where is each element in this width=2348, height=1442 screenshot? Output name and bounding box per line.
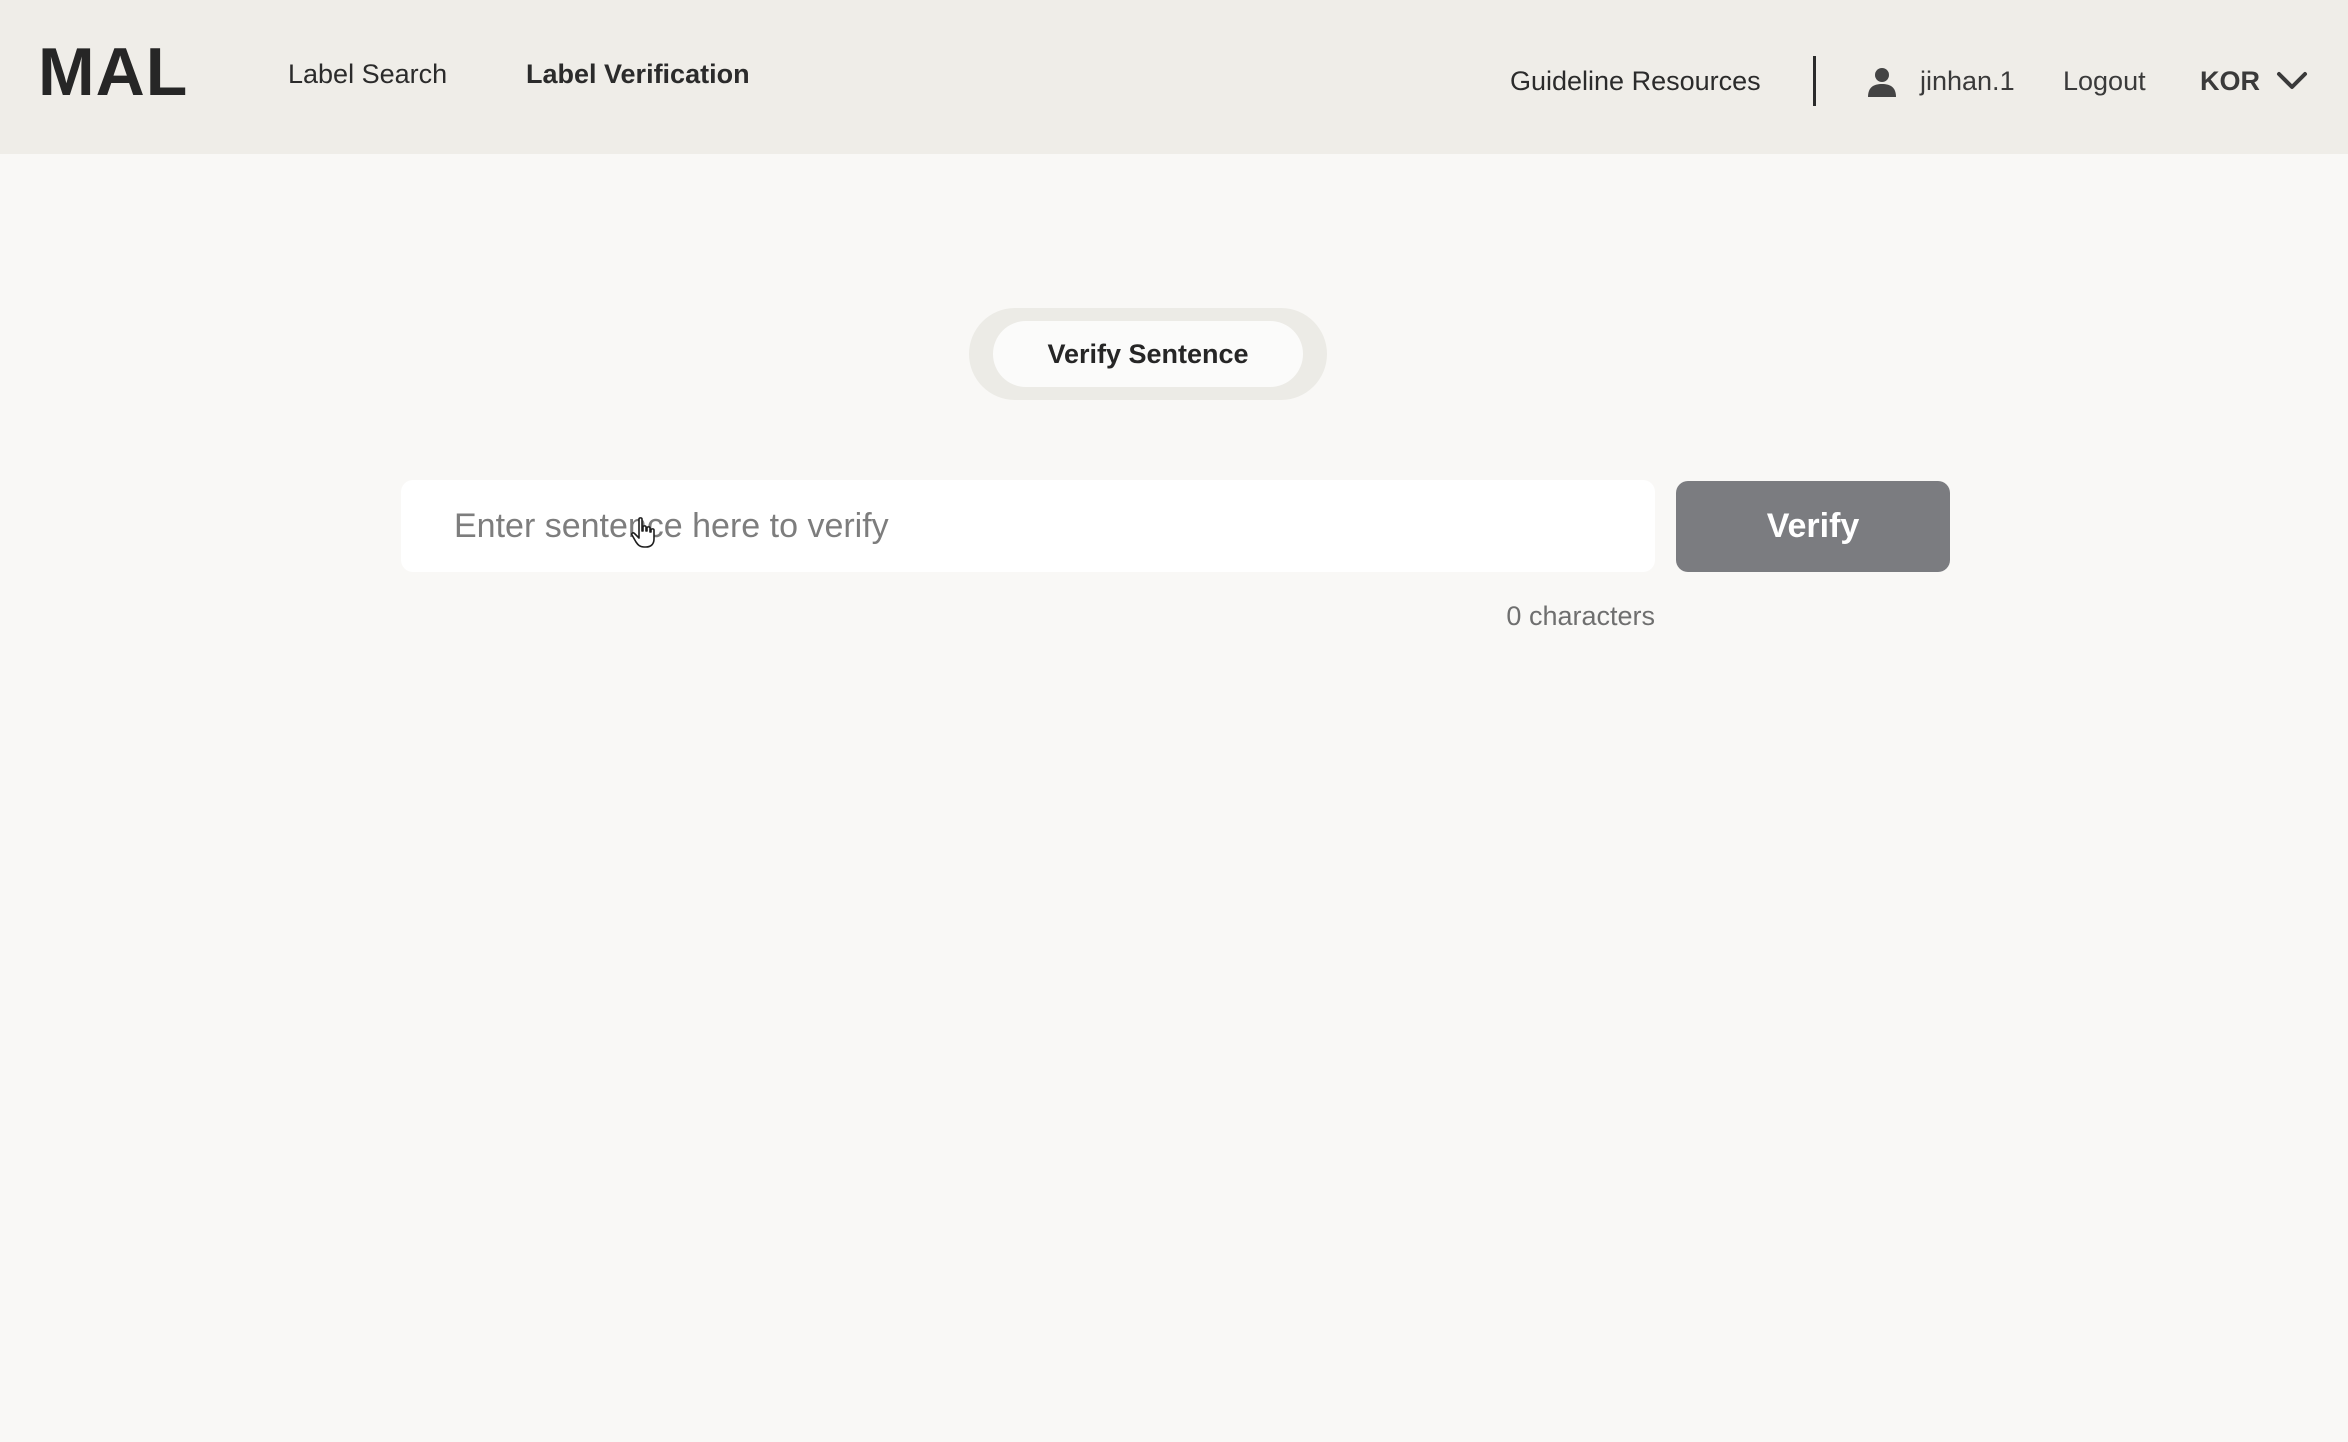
header-divider: [1813, 56, 1816, 106]
logout-link[interactable]: Logout: [2063, 63, 2146, 99]
hand-pointer-icon: [630, 517, 655, 548]
tab-verify-sentence[interactable]: Verify Sentence: [993, 321, 1303, 387]
guideline-resources-link[interactable]: Guideline Resources: [1510, 63, 1761, 99]
verify-button[interactable]: Verify: [1676, 481, 1950, 572]
character-count: 0 characters: [1506, 601, 1655, 631]
app-logo[interactable]: MAL: [38, 30, 188, 114]
top-header: MAL Label Search Label Verification Guid…: [0, 0, 2348, 154]
sentence-input-container: [401, 480, 1655, 572]
user-icon: [1868, 68, 1896, 97]
nav-label-search[interactable]: Label Search: [288, 56, 447, 92]
tab-group: Verify Sentence: [969, 308, 1327, 400]
sentence-input[interactable]: [401, 480, 1655, 572]
language-label: KOR: [2200, 66, 2260, 96]
language-selector[interactable]: KOR: [2200, 63, 2308, 99]
nav-label-verification[interactable]: Label Verification: [526, 56, 750, 92]
username-label: jinhan.1: [1920, 66, 2015, 96]
chevron-down-icon: [2277, 72, 2307, 89]
